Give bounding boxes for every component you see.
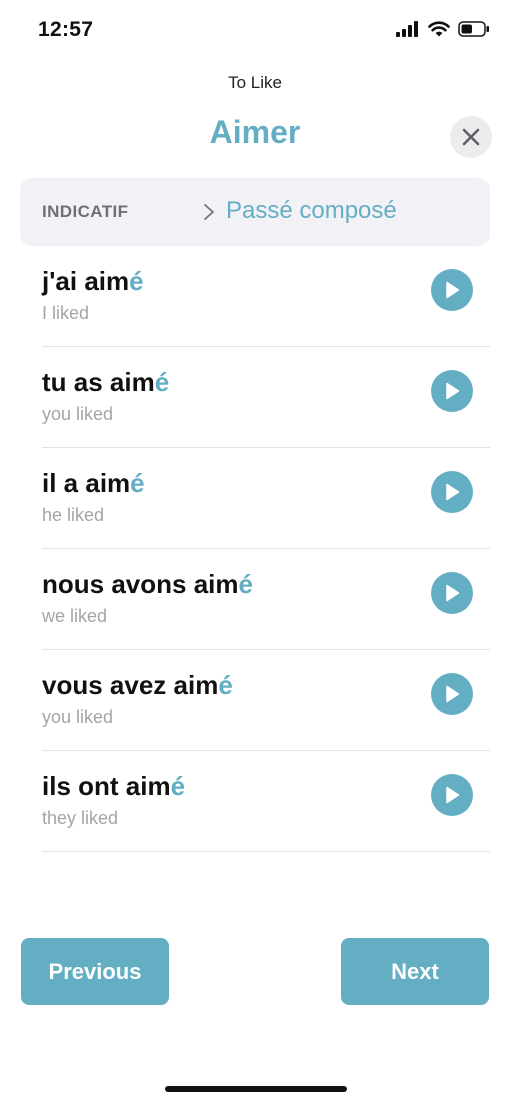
play-icon bbox=[446, 281, 460, 299]
verb-title: Aimer bbox=[209, 114, 301, 150]
play-icon bbox=[446, 483, 460, 501]
verb-translation: To Like bbox=[228, 73, 282, 92]
conjugation-text: j'ai aimé bbox=[42, 266, 144, 297]
chevron-right-icon bbox=[204, 204, 214, 220]
previous-button[interactable]: Previous bbox=[21, 938, 169, 1005]
conjugation-screen: 12:57 To Like Aimer INDICATIF Passé comp… bbox=[0, 0, 510, 1104]
conjugation-ending: é bbox=[129, 266, 144, 296]
conjugation-list: j'ai aimé I liked tu as aimé you liked i… bbox=[42, 246, 490, 852]
play-audio-button[interactable] bbox=[431, 370, 473, 412]
conjugation-stem: nous avons aim bbox=[42, 569, 239, 599]
tense-label: Passé composé bbox=[226, 197, 397, 224]
conjugation-stem: j'ai aim bbox=[42, 266, 130, 296]
play-icon bbox=[446, 382, 460, 400]
status-bar: 12:57 bbox=[0, 0, 510, 62]
play-audio-button[interactable] bbox=[431, 471, 473, 513]
conjugation-stem: ils ont aim bbox=[42, 771, 171, 801]
conjugation-row: vous avez aimé you liked bbox=[42, 650, 490, 751]
play-audio-button[interactable] bbox=[431, 774, 473, 816]
next-button[interactable]: Next bbox=[341, 938, 489, 1005]
conjugation-ending: é bbox=[218, 670, 233, 700]
conjugation-translation: we liked bbox=[42, 606, 108, 626]
play-audio-button[interactable] bbox=[431, 269, 473, 311]
conjugation-text: ils ont aimé bbox=[42, 771, 185, 802]
conjugation-ending: é bbox=[154, 367, 170, 397]
status-icons bbox=[396, 21, 490, 37]
close-icon bbox=[462, 128, 480, 146]
conjugation-translation: they liked bbox=[42, 808, 119, 828]
home-indicator bbox=[165, 1086, 347, 1092]
play-icon bbox=[446, 685, 460, 703]
conjugation-translation: he liked bbox=[42, 505, 105, 525]
close-button[interactable] bbox=[450, 116, 492, 158]
conjugation-row: ils ont aimé they liked bbox=[42, 751, 490, 852]
conjugation-row: j'ai aimé I liked bbox=[42, 246, 490, 347]
play-icon bbox=[446, 786, 460, 804]
conjugation-text: vous avez aimé bbox=[42, 670, 233, 701]
conjugation-ending: é bbox=[170, 771, 186, 801]
play-audio-button[interactable] bbox=[431, 673, 473, 715]
wifi-icon bbox=[428, 21, 450, 37]
tense-selector[interactable]: INDICATIF Passé composé bbox=[20, 178, 490, 246]
mood-label: INDICATIF bbox=[42, 202, 129, 221]
play-icon bbox=[446, 584, 460, 602]
conjugation-ending: é bbox=[238, 569, 253, 599]
conjugation-translation: I liked bbox=[42, 303, 90, 323]
status-time: 12:57 bbox=[38, 18, 94, 41]
conjugation-translation: you liked bbox=[42, 404, 114, 424]
conjugation-row: nous avons aimé we liked bbox=[42, 549, 490, 650]
conjugation-row: tu as aimé you liked bbox=[42, 347, 490, 448]
cellular-signal-icon bbox=[396, 21, 418, 37]
conjugation-stem: vous avez aim bbox=[42, 670, 219, 700]
play-audio-button[interactable] bbox=[431, 572, 473, 614]
conjugation-text: nous avons aimé bbox=[42, 569, 253, 600]
conjugation-text: tu as aimé bbox=[42, 367, 169, 398]
conjugation-translation: you liked bbox=[42, 707, 114, 727]
conjugation-stem: tu as aim bbox=[42, 367, 155, 397]
conjugation-ending: é bbox=[130, 468, 145, 498]
battery-icon bbox=[458, 21, 489, 37]
conjugation-text: il a aimé bbox=[42, 468, 145, 499]
conjugation-stem: il a aim bbox=[42, 468, 131, 498]
conjugation-row: il a aimé he liked bbox=[42, 448, 490, 549]
